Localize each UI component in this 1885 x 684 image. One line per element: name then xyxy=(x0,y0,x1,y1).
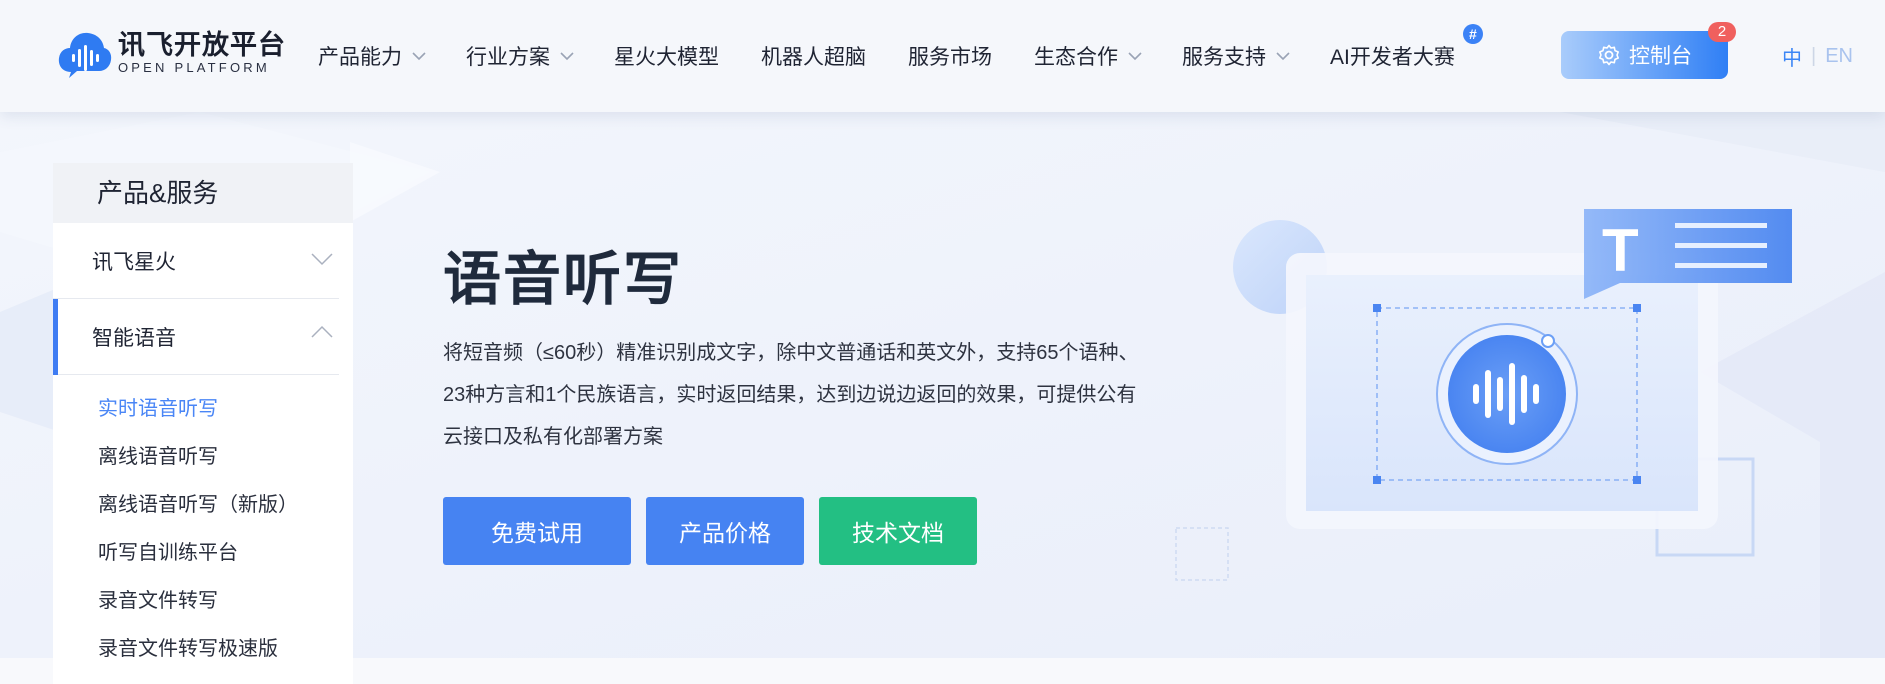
sidebar-group-label: 智能语音 xyxy=(92,326,176,350)
sidebar-sub-list: 实时语音听写 离线语音听写 离线语音听写（新版） 听写自训练平台 录音文件转写 … xyxy=(53,375,353,683)
product-price-button[interactable]: 产品价格 xyxy=(646,497,804,565)
bubble-letter: T xyxy=(1602,217,1639,284)
nav-item-ecosystem[interactable]: 生态合作 xyxy=(1034,41,1142,71)
sidebar-item-offline-dictation[interactable]: 离线语音听写 xyxy=(98,443,353,491)
console-label: 控制台 xyxy=(1629,45,1692,68)
product-sidebar: 产品&服务 讯飞星火 智能语音 实时语音听写 离线语音听写 离线语音听写（新版）… xyxy=(53,163,353,684)
top-header: 讯飞开放平台 OPEN PLATFORM 产品能力 行业方案 星火大模型 机器人… xyxy=(0,0,1885,112)
language-switcher: 中 | EN xyxy=(1782,42,1853,71)
nav-item-solutions[interactable]: 行业方案 xyxy=(466,41,574,71)
nav-item-support[interactable]: 服务支持 xyxy=(1182,41,1290,71)
sidebar-item-offline-dictation-new[interactable]: 离线语音听写（新版） xyxy=(98,491,353,539)
hashtag-badge: # xyxy=(1462,24,1483,44)
sidebar-group-label: 讯飞星火 xyxy=(92,250,176,274)
lang-en-link[interactable]: EN xyxy=(1825,45,1853,68)
sidebar-item-file-transcription[interactable]: 录音文件转写 xyxy=(98,587,353,635)
chevron-down-icon xyxy=(311,253,333,266)
description-line: 将短音频（≤60秒）精准识别成文字，除中文普通话和英文外，支持65个语种、 xyxy=(443,342,1139,364)
nav-item-ai-contest[interactable]: AI开发者大赛 # xyxy=(1330,24,1483,71)
tech-docs-button[interactable]: 技术文档 xyxy=(819,497,977,565)
page-title: 语音听写 xyxy=(443,247,684,312)
nav-label: 生态合作 xyxy=(1034,46,1118,69)
nav-item-products[interactable]: 产品能力 xyxy=(318,41,426,71)
gear-icon xyxy=(1599,44,1619,66)
product-description: 将短音频（≤60秒）精准识别成文字，除中文普通话和英文外，支持65个语种、 23… xyxy=(443,332,1183,458)
logo[interactable]: 讯飞开放平台 OPEN PLATFORM xyxy=(57,28,286,78)
chevron-down-icon xyxy=(1276,51,1290,60)
chevron-down-icon xyxy=(412,51,426,60)
chevron-down-icon xyxy=(1128,51,1142,60)
cloud-soundwave-icon xyxy=(57,28,112,78)
hero-illustration: T xyxy=(1170,205,1800,595)
hero-actions: 免费试用 产品价格 技术文档 xyxy=(443,497,992,565)
lang-separator: | xyxy=(1811,45,1817,67)
nav-item-robot-brain[interactable]: 机器人超脑 xyxy=(761,41,866,71)
nav-label: 产品能力 xyxy=(318,46,402,69)
notification-badge: 2 xyxy=(1708,22,1736,42)
lang-cn-link[interactable]: 中 xyxy=(1782,42,1802,71)
logo-title: 讯飞开放平台 xyxy=(118,30,286,60)
sidebar-item-dictation-training[interactable]: 听写自训练平台 xyxy=(98,539,353,587)
chevron-down-icon xyxy=(560,51,574,60)
sidebar-title: 产品&服务 xyxy=(53,163,353,223)
nav-label: 行业方案 xyxy=(466,46,550,69)
free-trial-button[interactable]: 免费试用 xyxy=(443,497,631,565)
logo-subtitle: OPEN PLATFORM xyxy=(118,60,270,75)
sidebar-item-fast-transcription[interactable]: 录音文件转写极速版 xyxy=(98,635,353,683)
sidebar-group-spark[interactable]: 讯飞星火 xyxy=(53,223,339,299)
nav-item-spark-model[interactable]: 星火大模型 xyxy=(614,41,719,71)
nav-label: 服务支持 xyxy=(1182,46,1266,69)
nav-label: 机器人超脑 xyxy=(761,46,866,69)
nav-label: AI开发者大赛 xyxy=(1330,46,1455,69)
nav-item-service-market[interactable]: 服务市场 xyxy=(908,41,992,71)
description-line: 23种方言和1个民族语言，实时返回结果，达到边说边返回的效果，可提供公有 xyxy=(443,384,1137,406)
chevron-up-icon xyxy=(311,325,333,338)
sidebar-item-realtime-dictation[interactable]: 实时语音听写 xyxy=(98,395,353,443)
sidebar-group-voice[interactable]: 智能语音 xyxy=(53,299,339,375)
nav-label: 服务市场 xyxy=(908,46,992,69)
main-nav: 产品能力 行业方案 星火大模型 机器人超脑 服务市场 生态合作 服务支持 AI开… xyxy=(318,0,1483,112)
nav-label: 星火大模型 xyxy=(614,46,719,69)
description-line: 云接口及私有化部署方案 xyxy=(443,426,663,448)
console-button[interactable]: 控制台 2 xyxy=(1561,22,1736,79)
